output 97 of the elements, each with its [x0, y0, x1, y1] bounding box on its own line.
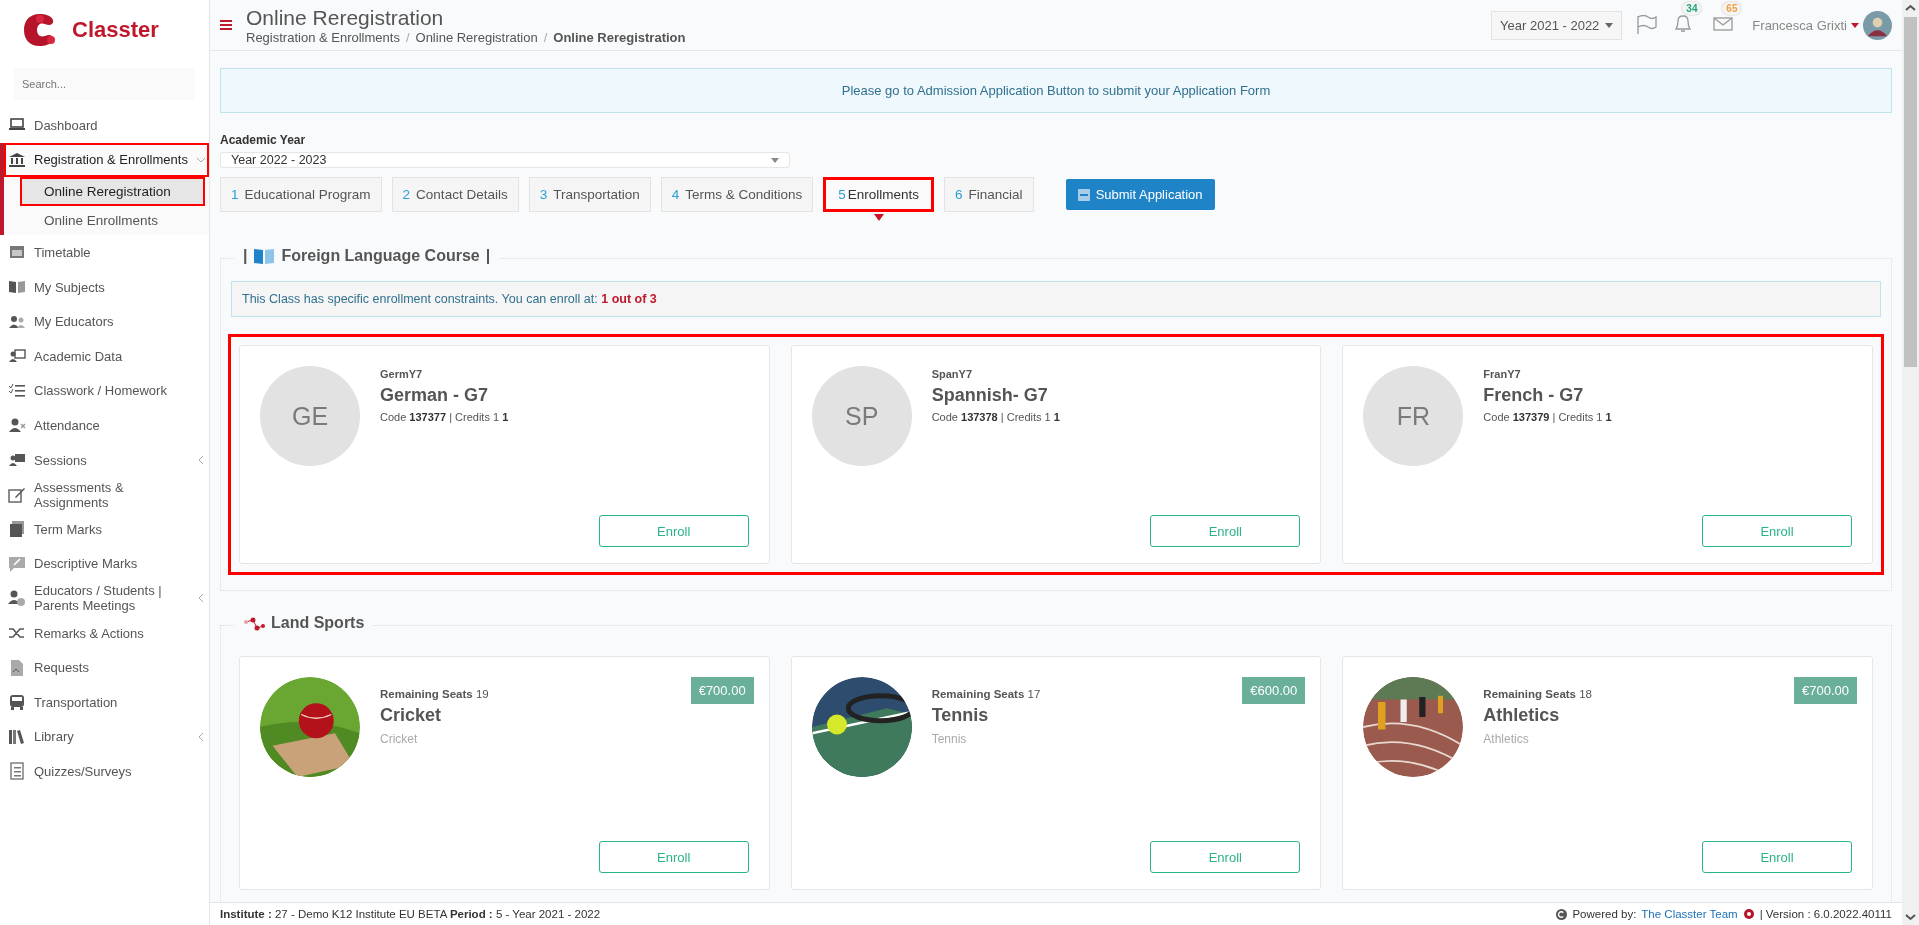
- form-icon: [1077, 188, 1090, 201]
- course-details: Code 137378 | Credits 1 1: [931, 411, 1060, 423]
- sidebar-item[interactable]: Remarks & Actions: [0, 615, 209, 651]
- breadcrumb[interactable]: Online Reregistration: [415, 29, 538, 45]
- page-title: Online Reregistration: [246, 5, 445, 30]
- sidebar-item[interactable]: My Educators: [0, 304, 209, 339]
- legend-divider: |: [243, 247, 248, 265]
- section-title: Foreign Language Course: [281, 247, 480, 265]
- price-tag: €700.00: [1794, 677, 1857, 704]
- sidebar-item[interactable]: Sessions: [0, 442, 209, 478]
- activity-title: Athletics: [1483, 705, 1560, 726]
- course-details: Code 137379 | Credits 1 1: [1483, 411, 1612, 423]
- copyright-icon: [1556, 908, 1568, 920]
- initials-avatar: GE: [260, 366, 360, 466]
- bus-icon: [8, 693, 26, 712]
- document-icon: [8, 658, 26, 677]
- course-title: French - G7: [1483, 385, 1584, 406]
- academic-year-select[interactable]: Year 2022 - 2023: [220, 152, 790, 168]
- sidebar-item[interactable]: Timetable: [0, 235, 209, 270]
- message-badge: 65: [1722, 2, 1742, 15]
- avatar[interactable]: [1863, 10, 1892, 40]
- powered-by-label: Powered by:: [1572, 908, 1637, 920]
- course-details: Code 137377 | Credits 1 1: [380, 411, 509, 423]
- sidebar-item[interactable]: Transportation: [0, 684, 209, 720]
- user-name[interactable]: Francesca Grixti: [1752, 17, 1847, 33]
- activity-subtitle: Tennis: [931, 732, 967, 746]
- sidebar-item[interactable]: Assessments & Assignments: [0, 477, 209, 512]
- sidebar-item[interactable]: Classwork / Homework: [0, 373, 209, 409]
- constraint-notice: This Class has specific enrollment constraints. You can enroll at: 1 out of 3: [231, 281, 1881, 317]
- breadcrumb-separator: /: [405, 29, 410, 45]
- step-tab[interactable]: 4 Terms & Conditions: [660, 177, 814, 212]
- info-banner: Please go to Admission Application Button to submit your Application Form: [220, 68, 1892, 113]
- price-tag: €700.00: [690, 677, 754, 704]
- sidebar-item[interactable]: Attendance: [0, 408, 209, 443]
- sidebar-item[interactable]: Dashboard: [0, 108, 209, 143]
- sidebar-item[interactable]: Descriptive Marks: [0, 546, 209, 582]
- caret-icon[interactable]: [1851, 22, 1859, 28]
- field-label: Academic Year: [220, 133, 306, 147]
- team-link[interactable]: The Classter Team: [1641, 908, 1738, 920]
- sidebar-item[interactable]: Term Marks: [0, 511, 209, 547]
- step-tab[interactable]: 1 Educational Program: [220, 177, 382, 212]
- activity-subtitle: Cricket: [380, 732, 418, 746]
- footer-info: Institute : 27 - Demo K12 Institute EU BETA Period : 5 - Year 2021 - 2022: [220, 908, 601, 920]
- books-icon: [8, 727, 26, 746]
- checklist-icon: [8, 762, 26, 781]
- course-code: GermY7: [380, 368, 423, 380]
- initials-avatar: FR: [1363, 366, 1464, 466]
- speech-icon: [8, 554, 26, 573]
- version-label: | Version : 6.0.2022.40111: [1759, 908, 1892, 920]
- logo-icon: [1742, 908, 1755, 920]
- activity-title: Cricket: [380, 705, 442, 726]
- sidebar-item[interactable]: Academic Data: [0, 338, 209, 374]
- course-title: German - G7: [380, 385, 489, 406]
- step-tab[interactable]: 6 Financial: [944, 177, 1034, 212]
- submenu-item[interactable]: Online Enrollments: [20, 206, 205, 236]
- book-icon: [253, 247, 276, 265]
- sidebar-item[interactable]: Educators / Students | Parents Meetings: [0, 581, 209, 616]
- sidebar-item[interactable]: My Subjects: [0, 269, 209, 305]
- sidebar-item[interactable]: Registration & Enrollments: [4, 142, 209, 178]
- remaining-seats: Remaining Seats 19: [380, 688, 489, 700]
- scrollbar-thumb[interactable]: [1904, 17, 1917, 367]
- card-icon: [8, 520, 26, 539]
- caret-icon: [771, 157, 779, 163]
- breadcrumb: Online Reregistration: [553, 29, 686, 45]
- sidebar-item[interactable]: Quizzes/Surveys: [0, 754, 209, 789]
- logo-icon: [22, 12, 58, 48]
- price-tag: €600.00: [1242, 677, 1306, 704]
- caret-icon: [1605, 22, 1614, 28]
- initials-avatar: SP: [811, 366, 912, 466]
- course-code: SpanY7: [931, 368, 972, 380]
- breadcrumb[interactable]: Registration & Enrollments: [246, 29, 400, 45]
- checklist-icon: [8, 381, 26, 400]
- course-title: Spannish- G7: [931, 385, 1048, 406]
- sidebar-item[interactable]: Library: [0, 719, 209, 755]
- section-title: Land Sports: [271, 614, 365, 632]
- pointer-icon: [873, 214, 884, 221]
- sidebar-item[interactable]: Requests: [0, 650, 209, 685]
- legend-divider: |: [485, 247, 491, 265]
- submit-button[interactable]: Submit Application: [1065, 179, 1215, 210]
- activity-title: Tennis: [931, 705, 989, 726]
- pencil-icon: [8, 485, 26, 504]
- submenu-item[interactable]: Online Reregistration: [20, 177, 205, 207]
- remaining-seats: Remaining Seats 17: [931, 688, 1041, 700]
- menu-icon[interactable]: [220, 19, 232, 31]
- activity-subtitle: Athletics: [1483, 732, 1529, 746]
- step-tab[interactable]: 3 Transportation: [528, 177, 651, 212]
- search-field[interactable]: Search...: [14, 68, 195, 100]
- brand-name: Classter: [72, 17, 159, 43]
- flag-icon[interactable]: [1636, 15, 1659, 35]
- person-x-icon: [8, 416, 26, 435]
- year-dropdown[interactable]: Year 2021 - 2022: [1491, 10, 1623, 40]
- remaining-seats: Remaining Seats 18: [1483, 688, 1592, 700]
- course-code: FranY7: [1483, 368, 1521, 380]
- step-tab[interactable]: 2 Contact Details: [391, 177, 519, 212]
- bank-icon: [8, 150, 26, 169]
- breadcrumb-separator: /: [543, 29, 548, 45]
- notification-badge: 34: [1682, 2, 1702, 15]
